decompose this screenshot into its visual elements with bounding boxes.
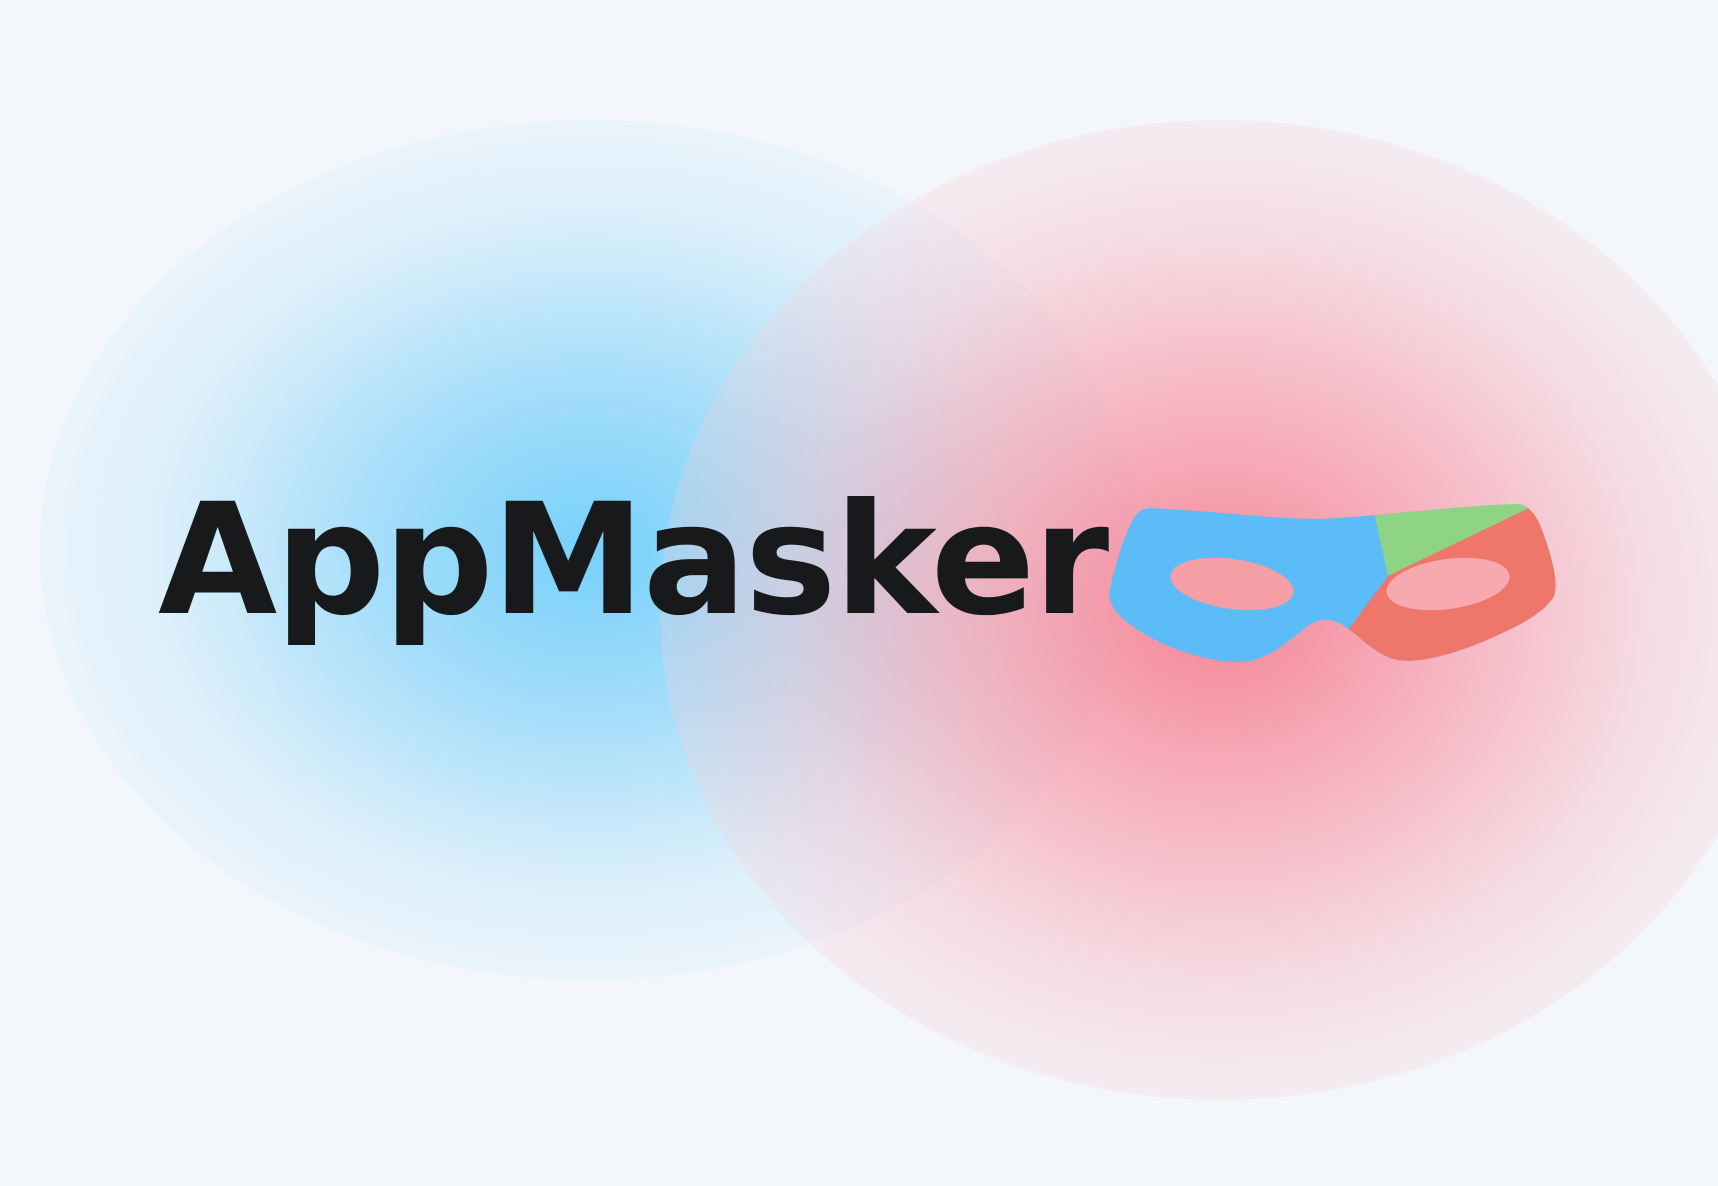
mask-icon <box>1109 504 1556 663</box>
banner: AppMasker <box>0 0 1718 1186</box>
brand-wordmark: AppMasker <box>158 471 1109 650</box>
